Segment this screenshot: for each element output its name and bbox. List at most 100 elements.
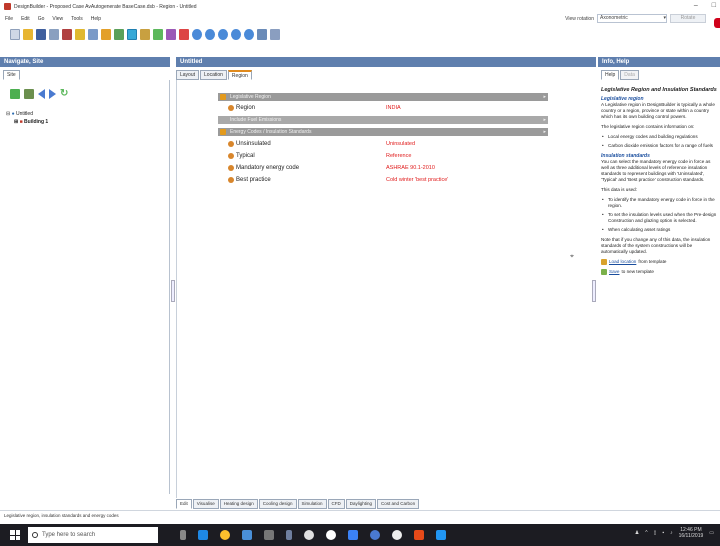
right-panel-header: Info, Help [598, 57, 720, 67]
pan-icon[interactable] [231, 28, 241, 40]
app-icon[interactable] [326, 530, 336, 540]
site-tree: ⊟ ● Untitled ⊞ ■ Building 1 [6, 110, 48, 126]
orbit-icon[interactable] [244, 28, 254, 40]
menu-tools[interactable]: Tools [71, 16, 83, 22]
mic-icon[interactable] [180, 530, 186, 540]
export-icon[interactable] [62, 28, 72, 40]
pin-icon[interactable] [286, 530, 292, 540]
right-splitter-handle[interactable] [592, 280, 596, 302]
sigma-icon[interactable] [348, 530, 358, 540]
forward-icon[interactable] [49, 89, 56, 99]
tree-item-untitled[interactable]: ⊟ ● Untitled [6, 110, 48, 118]
windows-taskbar: Type here to search ♟ ^ ▯ ▪ ♪ 12:46 PM 1… [0, 524, 720, 546]
tab-help[interactable]: Help [601, 70, 620, 80]
grid-icon[interactable] [257, 28, 267, 40]
back-icon[interactable] [38, 89, 45, 99]
zoom-extents-icon[interactable] [218, 28, 228, 40]
chevron-up-icon[interactable]: ^ [645, 530, 647, 536]
save-template-link[interactable]: Save [609, 269, 619, 275]
refresh-icon[interactable]: ↻ [60, 89, 69, 99]
pencil-icon[interactable] [75, 28, 85, 40]
app-icon[interactable] [392, 530, 402, 540]
menu-go[interactable]: Go [38, 16, 45, 22]
region-value[interactable]: INDIA [386, 104, 401, 113]
section-fuel-emissions[interactable]: Include Fuel Emissions ▸ [218, 116, 548, 124]
tab-region[interactable]: Region [227, 70, 252, 80]
tab-cfd[interactable]: CFD [327, 499, 345, 509]
home-icon[interactable] [10, 89, 20, 99]
left-panel-header: Navigate, Site [0, 57, 170, 67]
save-icon[interactable] [36, 28, 46, 40]
windows-start-icon[interactable] [10, 530, 20, 540]
network-icon[interactable]: ▪ [662, 530, 664, 536]
tab-visualise[interactable]: Visualise [192, 499, 219, 509]
chrome-icon[interactable] [220, 530, 230, 540]
menu-help[interactable]: Help [91, 16, 101, 22]
tree-item-building[interactable]: ⊞ ■ Building 1 [6, 118, 48, 126]
tab-simulation[interactable]: Simulation [297, 499, 327, 509]
tab-location[interactable]: Location [200, 70, 227, 80]
rotate-tool-icon[interactable] [153, 28, 163, 40]
menu-bar: File Edit Go View Tools Help [0, 14, 101, 24]
tab-heating-design[interactable]: Heating design [219, 499, 258, 509]
heart-icon[interactable] [179, 28, 189, 40]
region-row[interactable]: Region INDIA [228, 104, 528, 113]
tab-daylighting[interactable]: Daylighting [345, 499, 377, 509]
search-icon [32, 532, 38, 538]
designbuilder-icon[interactable] [436, 530, 446, 540]
taskbar-apps [180, 530, 446, 540]
new-file-icon[interactable] [10, 28, 20, 40]
menu-file[interactable]: File [5, 16, 13, 22]
select-cursor-icon[interactable] [127, 28, 137, 40]
maximize-button[interactable]: □ [712, 2, 716, 9]
bottom-tab-row: Edit Visualise Heating design Cooling de… [176, 499, 420, 509]
section-energy-codes[interactable]: Energy Codes / Insulation Standards ▸ [218, 128, 548, 136]
uninsulated-row[interactable]: Unsinsulated Uninsulated [228, 140, 528, 149]
left-splitter-handle[interactable] [171, 280, 175, 302]
zoom-out-icon[interactable] [205, 28, 215, 40]
app-icon[interactable] [414, 530, 424, 540]
tab-data[interactable]: Data [620, 70, 639, 80]
menu-edit[interactable]: Edit [21, 16, 30, 22]
battery-icon[interactable]: ▯ [654, 530, 657, 536]
section-legislative-region[interactable]: Legislative Region ▸ [218, 93, 548, 101]
mandatory-code-row[interactable]: Mandatory energy code ASHRAE 90.1-2010 [228, 164, 528, 173]
store-icon[interactable] [242, 530, 252, 540]
edge-icon[interactable] [198, 530, 208, 540]
list-icon[interactable] [24, 89, 34, 99]
chevron-down-icon: ▾ [663, 15, 666, 21]
print-icon[interactable] [49, 28, 59, 40]
app-icon[interactable] [304, 530, 314, 540]
taskbar-search[interactable]: Type here to search [28, 527, 158, 543]
save-icon [601, 269, 607, 275]
block-icon[interactable] [114, 28, 124, 40]
rotate-button[interactable]: Rotate [670, 14, 706, 23]
best-practice-row[interactable]: Best practice Cold winter 'best practice… [228, 176, 528, 185]
explorer-icon[interactable] [264, 530, 274, 540]
app-icon[interactable] [370, 530, 380, 540]
app-icon [4, 3, 11, 10]
tab-site[interactable]: Site [3, 70, 20, 80]
tab-cost-and-carbon[interactable]: Cost and Carbon [377, 499, 420, 509]
load-location-link[interactable]: Load location [609, 259, 636, 265]
notifications-icon[interactable]: ▭ [709, 530, 714, 536]
layers-icon[interactable] [270, 28, 280, 40]
standard-icon [228, 177, 234, 183]
minimize-button[interactable]: – [694, 2, 698, 9]
move-icon[interactable] [140, 28, 150, 40]
tab-layout[interactable]: Layout [176, 70, 200, 80]
view-rotation-select[interactable]: Axonometric ▾ [597, 14, 667, 23]
tab-edit[interactable]: Edit [176, 499, 192, 509]
menu-view[interactable]: View [52, 16, 63, 22]
region-icon [228, 105, 234, 111]
measure-icon[interactable] [101, 28, 111, 40]
zoom-in-icon[interactable] [192, 28, 202, 40]
typical-row[interactable]: Typical Reference [228, 152, 528, 161]
draw-tool-icon[interactable] [88, 28, 98, 40]
mirror-icon[interactable] [166, 28, 176, 40]
open-folder-icon[interactable] [23, 28, 33, 40]
tab-cooling-design[interactable]: Cooling design [258, 499, 297, 509]
person-icon[interactable]: ♟ [635, 530, 639, 536]
clock[interactable]: 12:46 PM 16/11/2019 [679, 527, 704, 539]
volume-icon[interactable]: ♪ [670, 530, 673, 536]
